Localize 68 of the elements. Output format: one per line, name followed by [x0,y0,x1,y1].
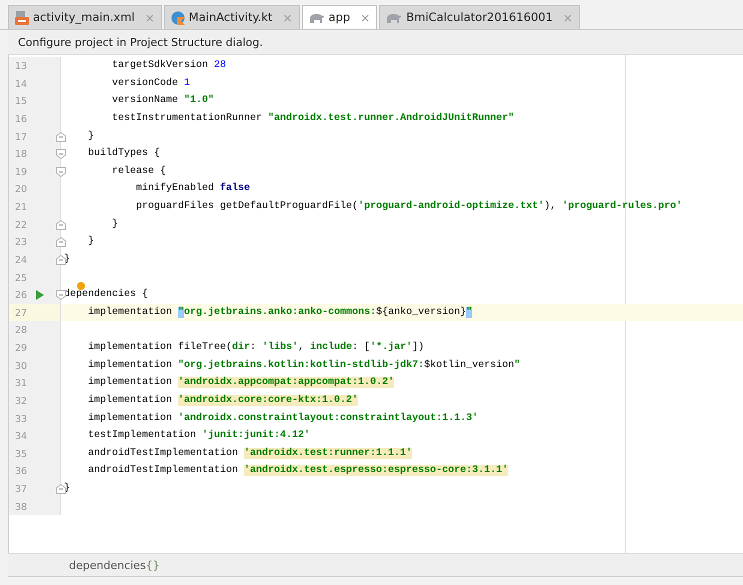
line-number: 21 [15,202,28,214]
fold-icon[interactable] [56,484,66,494]
code-line: } [87,236,94,248]
code-line: implementation fileTree(dir: 'libs', include: ['*.jar']) [87,342,424,353]
line-number: 34 [15,431,28,444]
code-line: androidTestImplementation 'androidx.test:runner:1.1.1' [87,448,412,459]
line-number: 30 [15,360,28,373]
file-tab[interactable]: MainActivity.kt × [164,5,300,29]
line-number: 17 [15,132,28,144]
line-number: 23 [15,237,28,250]
line-number: 36 [15,466,28,478]
line-number: 26 [15,290,28,302]
code-line: implementation 'androidx.core:core-ktx:1.0.2' [87,394,358,406]
fold-icon[interactable] [56,290,66,300]
line-number: 20 [15,184,28,196]
xml-file-icon [15,10,29,24]
line-number: 24 [15,254,28,267]
line-number: 35 [15,448,28,461]
code-line: buildTypes { [87,148,160,160]
code-line: dependencies { [64,289,148,300]
file-tab[interactable]: activity_main.xml × [8,5,162,29]
elephant-icon [386,12,402,24]
line-number: 27 [15,308,28,320]
fold-icon[interactable] [56,220,66,230]
code-line: release { [111,166,166,177]
code-line: implementation "org.jetbrains.kotlin:kotlin-stdlib-jdk7:$kotlin_version" [87,360,520,371]
line-number: 32 [15,396,28,408]
line-number: 13 [15,61,28,73]
code-line: implementation "org.jetbrains.anko:anko-commons:${anko_version}" [87,306,472,318]
file-tab[interactable]: BmiCalculator201616001 × [379,5,580,29]
fold-icon[interactable] [56,149,66,160]
code-line: } [64,254,70,265]
code-line: implementation 'androidx.constraintlayout:constraintlayout:1.1.3' [87,412,478,424]
line-number: 14 [15,78,28,91]
file-tab[interactable]: app × [302,5,378,29]
code-line: versionName "1.0" [111,95,214,106]
line-number: 37 [15,484,28,496]
code-line: targetSdkVersion 28 [111,60,226,71]
kotlin-file-icon [170,10,185,24]
line-number: 15 [15,96,28,108]
line-number: 28 [15,325,28,338]
line-number: 18 [15,149,28,162]
code-line: testInstrumentationRunner "androidx.test.runner.AndroidJUnitRunner" [111,112,514,124]
fold-icon[interactable] [56,254,66,265]
line-number: 25 [15,272,28,284]
notification-text: Configure project in Project Structure dialog. [18,36,263,49]
code-line: } [64,483,70,494]
code-line: versionCode 1 [111,78,190,89]
fold-icon[interactable] [56,132,66,142]
code-line: proguardFiles getDefaultProguardFile('proguard-android-optimize.txt'), 'proguard-rules.pro' [135,201,682,212]
line-number: 31 [15,378,28,390]
code-line: } [87,130,94,142]
code-line: } [111,218,118,230]
code-line: testImplementation 'junit:junit:4.12' [87,430,310,442]
run-icon[interactable] [36,290,44,300]
breadcrumb[interactable]: dependencies{} [69,559,160,572]
code-line: implementation 'androidx.appcompat:appcompat:1.0.2' [87,377,394,388]
line-number: 33 [15,414,28,426]
line-number: 22 [15,220,28,232]
line-number: 29 [15,343,28,355]
line-number: 16 [15,114,28,126]
line-number: 19 [15,166,28,179]
line-number: 38 [15,502,28,514]
elephant-icon [308,12,325,24]
fold-icon[interactable] [56,166,66,177]
fold-icon[interactable] [56,237,66,248]
code-line: androidTestImplementation 'androidx.test.espresso:espresso-core:3.1.1' [87,465,508,476]
code-line: minifyEnabled false [135,183,250,194]
